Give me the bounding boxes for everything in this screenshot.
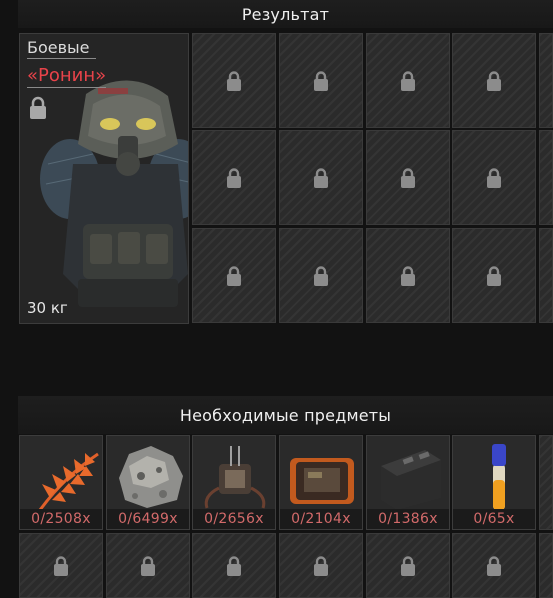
lock-icon	[487, 70, 501, 91]
vial-icon	[492, 444, 506, 510]
required-item-fern[interactable]: 0/2508x	[19, 435, 103, 530]
locked-result-slot	[192, 33, 276, 128]
locked-required-slot	[19, 533, 103, 598]
lock-icon	[401, 167, 415, 188]
locked-result-slot-partial	[539, 33, 553, 128]
locked-required-slot-partial	[539, 533, 553, 598]
required-item-container[interactable]: 0/1386x	[366, 435, 450, 530]
locked-result-slot	[366, 228, 450, 323]
locked-required-slot	[366, 533, 450, 598]
required-item-ore[interactable]: 0/6499x	[106, 435, 190, 530]
lock-icon	[227, 555, 241, 576]
lock-icon	[314, 167, 328, 188]
required-count: 0/6499x	[107, 509, 189, 529]
required-item-partial	[539, 435, 553, 530]
armor-image	[40, 80, 188, 307]
locked-result-slot	[279, 228, 363, 323]
locked-result-slot	[192, 130, 276, 225]
lock-icon	[314, 70, 328, 91]
required-count: 0/65x	[453, 509, 535, 529]
lock-icon	[227, 167, 241, 188]
locked-result-slot	[452, 33, 536, 128]
required-header: Необходимые предметы	[18, 396, 553, 434]
required-count: 0/2656x	[193, 509, 275, 529]
item-card[interactable]: Боевые «Ронин» 30 кг	[19, 33, 189, 324]
orange-case-icon	[290, 458, 354, 504]
locked-result-slot	[279, 33, 363, 128]
lock-icon	[401, 555, 415, 576]
item-weight: 30 кг	[27, 299, 68, 317]
lock-icon	[401, 70, 415, 91]
locked-required-slot	[452, 533, 536, 598]
result-header: Результат	[18, 0, 553, 28]
locked-result-slot	[452, 228, 536, 323]
locked-required-slot	[279, 533, 363, 598]
lock-icon	[141, 555, 155, 576]
locked-result-slot-partial	[539, 130, 553, 225]
locked-result-slot	[366, 33, 450, 128]
locked-required-slot	[106, 533, 190, 598]
locked-result-slot	[279, 130, 363, 225]
item-name: «Ронин»	[27, 65, 107, 88]
required-item-vial[interactable]: 0/65x	[452, 435, 536, 530]
lock-icon	[314, 265, 328, 286]
lock-icon	[487, 167, 501, 188]
required-title: Необходимые предметы	[179, 405, 392, 425]
locked-result-slot	[366, 130, 450, 225]
lock-icon	[227, 70, 241, 91]
locked-result-slot	[452, 130, 536, 225]
required-item-case[interactable]: 0/2104x	[279, 435, 363, 530]
orange-fern-icon	[38, 452, 99, 511]
lock-icon	[401, 265, 415, 286]
lock-icon	[487, 265, 501, 286]
required-count: 0/2508x	[20, 509, 102, 529]
required-item-device[interactable]: 0/2656x	[192, 435, 276, 530]
required-count: 0/1386x	[367, 509, 449, 529]
black-container-icon	[381, 450, 441, 510]
required-count: 0/2104x	[280, 509, 362, 529]
electronic-device-icon	[204, 446, 266, 509]
lock-icon	[487, 555, 501, 576]
item-category: Боевые	[27, 38, 96, 59]
lock-icon	[54, 555, 68, 576]
ore-chunk-icon	[119, 446, 183, 508]
locked-result-slot	[192, 228, 276, 323]
locked-required-slot	[192, 533, 276, 598]
result-title: Результат	[241, 4, 330, 24]
lock-icon	[30, 96, 46, 119]
lock-icon	[227, 265, 241, 286]
lock-icon	[314, 555, 328, 576]
locked-result-slot-partial	[539, 228, 553, 323]
